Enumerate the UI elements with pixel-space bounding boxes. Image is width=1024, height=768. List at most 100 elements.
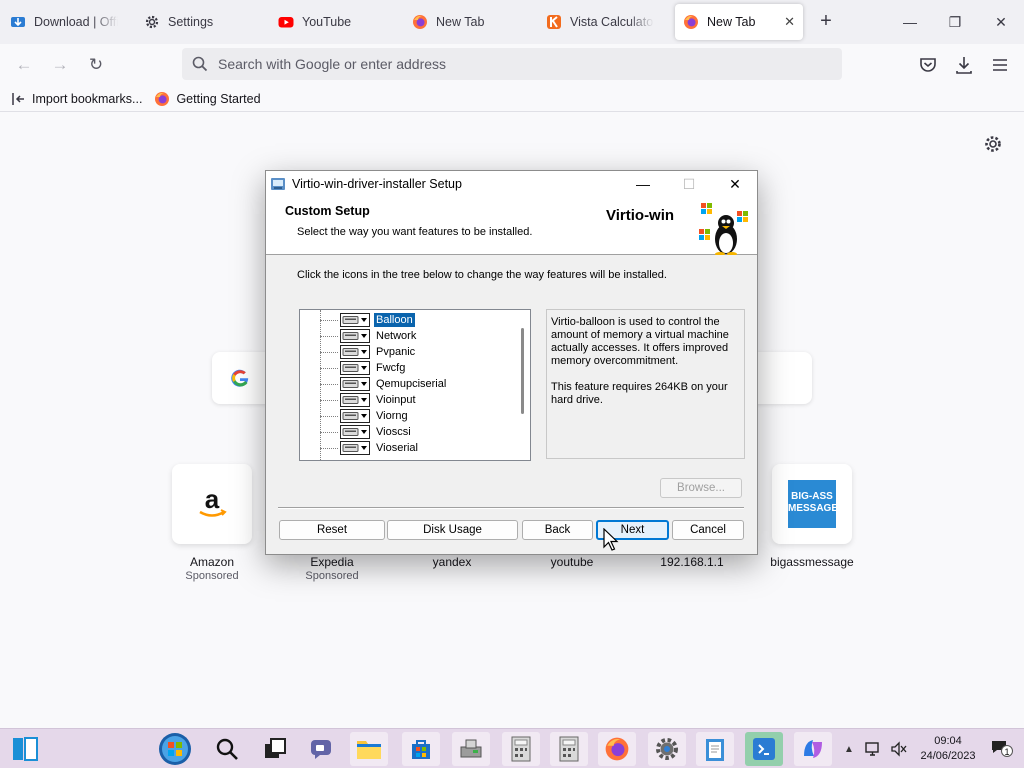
tree-connector <box>320 352 338 353</box>
install-state-dropdown-icon[interactable] <box>340 329 370 343</box>
taskbar-app-windows-start[interactable] <box>156 732 194 766</box>
firefox-icon <box>684 15 698 29</box>
clock[interactable]: 09:04 24/06/2023 <box>918 734 978 764</box>
tab-download-office[interactable]: Download | Office <box>2 4 126 40</box>
chevron-up-icon[interactable]: ▲ <box>844 744 854 755</box>
taskbar-app-calculator[interactable] <box>550 732 588 766</box>
feature-row[interactable]: Vioserial <box>300 440 516 456</box>
tab-settings[interactable]: Settings <box>136 4 260 40</box>
minimize-icon[interactable]: — <box>895 8 925 36</box>
feature-row[interactable]: Network <box>300 328 516 344</box>
install-state-dropdown-icon[interactable] <box>340 313 370 327</box>
notification-center-icon[interactable]: 1 <box>990 739 1013 759</box>
pocket-icon[interactable] <box>917 54 939 76</box>
feature-row[interactable]: Vioscsi <box>300 424 516 440</box>
setup-dialog: Virtio-win-driver-installer Setup — ☐ ✕ … <box>265 170 758 555</box>
feature-label[interactable]: Viorng <box>374 409 410 423</box>
feature-label[interactable]: Fwcfg <box>374 361 407 375</box>
taskbar-app-settings[interactable] <box>648 732 686 766</box>
firefox-icon <box>413 15 427 29</box>
feature-tree[interactable]: Balloon Network Pvpanic Fwcfg Qemupciserial V… <box>299 309 531 461</box>
install-state-dropdown-icon[interactable] <box>340 345 370 359</box>
feature-label[interactable]: Balloon <box>373 312 416 328</box>
shortcut-label: 192.168.1.1 <box>660 555 724 569</box>
forward-arrow-icon[interactable]: → <box>47 52 73 78</box>
scrollbar-thumb[interactable] <box>521 328 524 414</box>
bigassmessage-icon: BIG-ASS MESSAGE <box>788 480 838 528</box>
reload-icon[interactable]: ↻ <box>83 52 109 78</box>
address-bar[interactable] <box>182 48 842 80</box>
taskbar-app-teams-chat[interactable] <box>302 732 340 766</box>
tree-scrollbar[interactable] <box>516 310 530 460</box>
install-state-dropdown-icon[interactable] <box>340 409 370 423</box>
firefox-icon <box>605 737 629 761</box>
shortcut-amazon[interactable]: a <box>172 464 252 544</box>
taskbar-app-search[interactable] <box>208 732 246 766</box>
feature-label[interactable]: Vioscsi <box>374 425 413 439</box>
taskbar-app-firefox[interactable] <box>598 732 636 766</box>
feature-label[interactable]: Vioserial <box>374 441 420 455</box>
microsoft-store-icon <box>412 740 430 759</box>
bookmark-label: Import bookmarks... <box>32 91 143 106</box>
feature-row[interactable]: Vioinput <box>300 392 516 408</box>
taskbar-app-calculator[interactable] <box>502 732 540 766</box>
gear-icon[interactable] <box>983 134 1003 154</box>
install-state-dropdown-icon[interactable] <box>340 441 370 455</box>
svg-text:a: a <box>205 484 220 514</box>
feature-row[interactable]: Fwcfg <box>300 360 516 376</box>
navigation-bar: ← → ↻ <box>0 44 1024 86</box>
feature-row[interactable]: Qemupciserial <box>300 376 516 392</box>
close-tab-icon[interactable]: ✕ <box>784 14 795 30</box>
tux-windows-logo <box>699 203 748 255</box>
volume-muted-icon[interactable] <box>890 741 908 757</box>
shortcut-sublabel: Sponsored <box>305 570 359 582</box>
remote-desktop-icon <box>753 738 775 760</box>
install-state-dropdown-icon[interactable] <box>340 377 370 391</box>
install-state-dropdown-icon[interactable] <box>340 425 370 439</box>
tab-vista-calculator[interactable]: Vista Calculator - <box>538 4 662 40</box>
taskbar-app-task-view[interactable] <box>256 732 294 766</box>
downloads-icon[interactable] <box>953 54 975 76</box>
feature-label[interactable]: Network <box>374 329 418 343</box>
tab-new-tab[interactable]: New Tab <box>404 4 528 40</box>
dialog-titlebar[interactable]: Virtio-win-driver-installer Setup — ☐ ✕ <box>266 171 757 197</box>
back-button[interactable]: Back <box>522 520 593 540</box>
disk-usage-button[interactable]: Disk Usage <box>387 520 518 540</box>
taskbar: ▲ 09:04 24/06/2023 1 <box>0 728 1024 768</box>
clock-date: 24/06/2023 <box>920 750 976 762</box>
shortcut-bigassmessage[interactable]: BIG-ASS MESSAGE <box>772 464 852 544</box>
network-icon[interactable] <box>864 741 882 757</box>
windows-start-icon <box>159 733 191 765</box>
feature-row[interactable]: Pvpanic <box>300 344 516 360</box>
taskbar-app-widgets[interactable] <box>6 732 44 766</box>
search-input[interactable] <box>218 56 818 72</box>
feature-label[interactable]: Qemupciserial <box>374 377 448 391</box>
feature-label[interactable]: Pvpanic <box>374 345 417 359</box>
calculator-icon <box>511 736 531 762</box>
bookmark-import[interactable]: Import bookmarks... <box>10 91 142 107</box>
feature-label[interactable]: Vioinput <box>374 393 418 407</box>
restore-icon[interactable]: ❐ <box>940 8 970 36</box>
install-state-dropdown-icon[interactable] <box>340 361 370 375</box>
feature-row[interactable]: Viorng <box>300 408 516 424</box>
cancel-button[interactable]: Cancel <box>672 520 744 540</box>
feature-row[interactable]: Balloon <box>300 312 516 328</box>
menu-icon[interactable] <box>989 54 1011 76</box>
taskbar-app-notepad[interactable] <box>696 732 734 766</box>
taskbar-app-drive[interactable] <box>452 732 490 766</box>
taskbar-app-copilot[interactable] <box>794 732 832 766</box>
new-tab-button[interactable]: + <box>814 10 838 34</box>
taskbar-app-microsoft-store[interactable] <box>402 732 440 766</box>
minimize-icon[interactable]: — <box>620 171 666 197</box>
taskbar-app-remote-desktop[interactable] <box>745 732 783 766</box>
tab-youtube[interactable]: YouTube <box>270 4 394 40</box>
back-arrow-icon[interactable]: ← <box>11 52 37 78</box>
reset-button[interactable]: Reset <box>279 520 385 540</box>
close-icon[interactable]: ✕ <box>712 171 758 197</box>
tab-label: New Tab <box>707 15 756 29</box>
tab-new-tab-active[interactable]: New Tab ✕ <box>675 4 803 40</box>
taskbar-app-file-explorer[interactable] <box>350 732 388 766</box>
install-state-dropdown-icon[interactable] <box>340 393 370 407</box>
bookmark-getting-started[interactable]: Getting Started <box>154 91 261 107</box>
close-window-icon[interactable]: ✕ <box>986 8 1016 36</box>
